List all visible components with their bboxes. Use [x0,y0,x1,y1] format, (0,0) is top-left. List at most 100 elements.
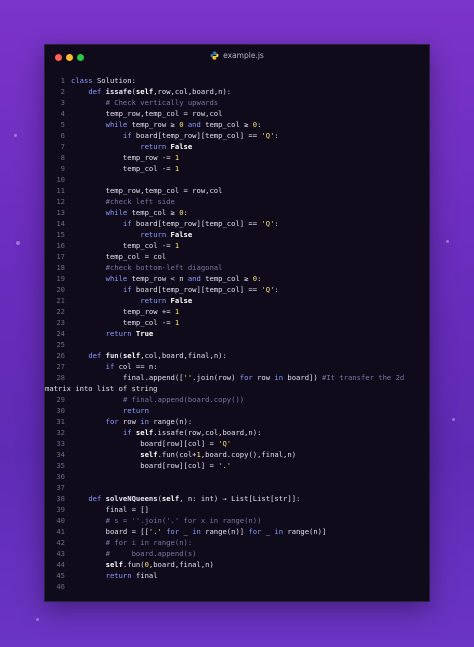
code-line: 14 if board[temp_row][temp_col] == 'Q': [45,218,429,229]
code-text: return True [105,329,154,338]
title-bar: example.js [45,45,429,69]
code-text: temp_row -= 1 [71,153,180,162]
code-text: matrix into list of string [45,384,158,393]
line-number: 12 [56,197,65,206]
code-line: 16 temp_col -= 1 [45,240,429,251]
code-line: 29 # final.append(board.copy()) [45,394,429,405]
line-number: 8 [60,153,65,162]
code-line: 15 return False [45,229,429,240]
code-line: 43 # board.append(s) [45,548,429,559]
code-text: temp_row,temp_col = row,col [71,186,223,195]
code-line: 31 for row in range(n): [45,416,429,427]
code-text: temp_row += 1 [71,307,180,316]
line-number: 25 [56,340,65,349]
code-line: 28 final.append([''.join(row) for row in… [45,372,429,383]
code-line: 40 # s = ''.join('.' for x in range(n)) [45,515,429,526]
code-text: # for i in range(n): [105,538,193,547]
background-sparkle [36,618,39,621]
line-number: 39 [56,505,65,514]
line-number: 4 [60,109,65,118]
line-number: 11 [56,186,65,195]
code-text: class Solution: [71,76,136,85]
code-text: return False [140,230,193,239]
code-text: return False [140,296,193,305]
line-number: 9 [60,164,65,173]
code-text: board = [['.' for _ in range(n)] for _ i… [71,527,327,536]
code-editor[interactable]: 1 class Solution: 2 def issafe(self,row,co… [45,75,429,592]
line-number: 16 [56,241,65,250]
line-number: 43 [56,549,65,558]
code-line: 35 board[row][col] = '.' [45,460,429,471]
code-line: 42 # for i in range(n): [45,537,429,548]
code-line: 6 if board[temp_row][temp_col] == 'Q': [45,130,429,141]
line-number: 3 [60,98,65,107]
code-line: 46 [45,581,429,592]
line-number: 34 [56,450,65,459]
code-text: return False [140,142,193,151]
line-number: 30 [56,406,65,415]
code-line: 24 return True [45,328,429,339]
line-number: 42 [56,538,65,547]
line-number: 24 [56,329,65,338]
code-text: self.fun(col+1,board.copy(),final,n) [140,450,297,459]
code-text: board[row][col] = '.' [71,461,232,470]
code-line: 39 final = [] [45,504,429,515]
line-number: 7 [60,142,65,151]
line-number: 33 [56,439,65,448]
code-line: 11 temp_row,temp_col = row,col [45,185,429,196]
code-text: # final.append(board.copy()) [122,395,245,404]
code-text: if board[temp_row][temp_col] == 'Q': [122,131,279,140]
line-number: 27 [56,362,65,371]
code-text: temp_col -= 1 [71,241,180,250]
background-sparkle [14,134,17,137]
code-line: 1 class Solution: [45,75,429,86]
line-number: 44 [56,560,65,569]
code-line: 26 def fun(self,col,board,final,n): [45,350,429,361]
code-text: if self.issafe(row,col,board,n): [122,428,262,437]
line-number: 5 [60,120,65,129]
background-sparkle [452,418,455,421]
code-text: final = [] [71,505,149,514]
background-sparkle [446,240,449,243]
line-number: 22 [56,307,65,316]
line-number: 46 [56,582,65,591]
code-line: 22 temp_row += 1 [45,306,429,317]
code-text: self.fun(0,board,final,n) [105,560,214,569]
python-icon [210,51,219,60]
code-line: 38 def solveNQueens(self, n: int) → List… [45,493,429,504]
file-name: example.js [223,51,264,60]
code-text: return final [105,571,158,580]
code-line: 9 temp_col -= 1 [45,163,429,174]
code-line: 21 return False [45,295,429,306]
code-line: 33 board[row][col] = 'Q' [45,438,429,449]
code-text: while temp_row ≥ 0 and temp_col ≥ 0: [105,120,262,129]
code-text: while temp_col ≥ 0: [105,208,188,217]
line-number: 35 [56,461,65,470]
code-text: if board[temp_row][temp_col] == 'Q': [122,219,279,228]
code-text: for row in range(n): [105,417,193,426]
code-line: 8 temp_row -= 1 [45,152,429,163]
code-line: 23 temp_col -= 1 [45,317,429,328]
code-line: 5 while temp_row ≥ 0 and temp_col ≥ 0: [45,119,429,130]
code-line: 7 return False [45,141,429,152]
code-line: 37 [45,482,429,493]
line-number: 17 [56,252,65,261]
line-number: 29 [56,395,65,404]
line-number: 36 [56,472,65,481]
line-number: 26 [56,351,65,360]
line-number: 28 [56,373,65,382]
code-line: 25 [45,339,429,350]
code-text: temp_col -= 1 [71,164,180,173]
code-line: 19 while temp_row < n and temp_col ≥ 0: [45,273,429,284]
line-number: 21 [56,296,65,305]
line-number: 19 [56,274,65,283]
line-number: 15 [56,230,65,239]
code-text: while temp_row < n and temp_col ≥ 0: [105,274,262,283]
line-number: 6 [60,131,65,140]
line-number: 32 [56,428,65,437]
line-number: 31 [56,417,65,426]
code-line: 36 [45,471,429,482]
file-title: example.js [45,51,429,60]
line-number: 10 [56,175,65,184]
line-number: 37 [56,483,65,492]
